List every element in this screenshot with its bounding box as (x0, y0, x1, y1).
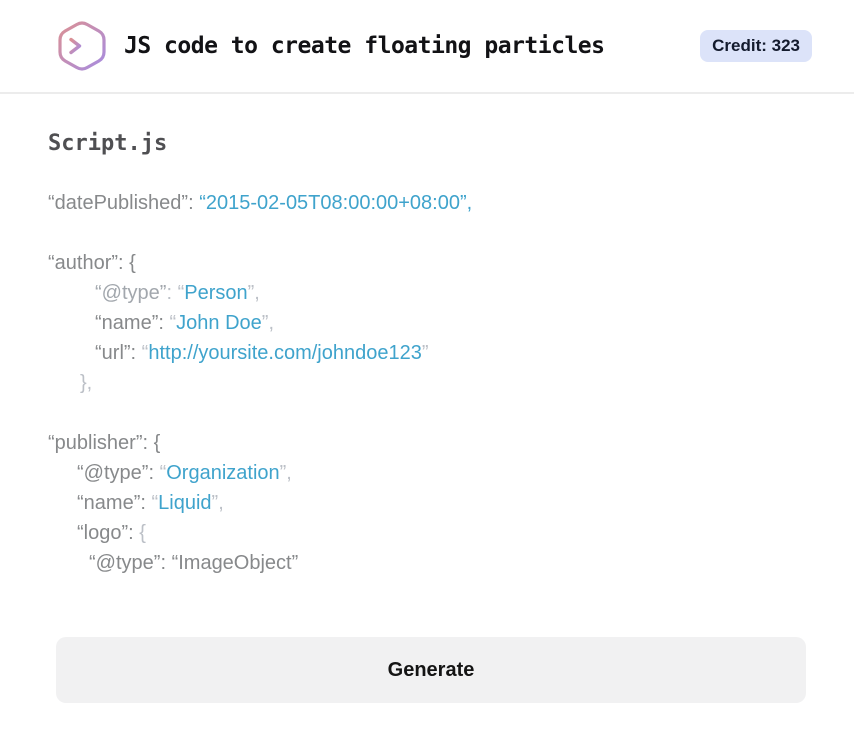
code-token: ”, (261, 312, 274, 334)
code-token: “name” (77, 492, 141, 514)
code-token: }, (80, 372, 93, 394)
code-line: }, (48, 368, 806, 398)
code-line: “@type”: “Organization”, (48, 458, 806, 488)
code-token: “ImageObject” (171, 552, 299, 574)
code-token: “url” (95, 342, 131, 364)
code-token: : (130, 342, 142, 364)
code-token: “datePublished” (48, 192, 189, 214)
code-token: “author” (48, 252, 119, 274)
code-token: : (160, 552, 172, 574)
code-block: “datePublished”: “2015-02-05T08:00:00+08… (48, 188, 806, 578)
code-token: Person (184, 282, 248, 304)
app-header: JS code to create floating particles Cre… (0, 0, 854, 94)
code-token: { (139, 522, 146, 544)
code-token: : (148, 462, 160, 484)
code-token: ”, (211, 492, 224, 514)
code-token: “@type” (89, 552, 161, 574)
code-token: “publisher” (48, 432, 143, 454)
code-token: Liquid (158, 492, 212, 514)
code-token: : { (142, 432, 161, 454)
code-line: “@type”: “ImageObject” (48, 548, 806, 578)
code-token: “name” (95, 312, 159, 334)
code-line: “name”: “John Doe”, (48, 308, 806, 338)
code-line: “@type”: “Person”, (48, 278, 806, 308)
code-token: : { (118, 252, 136, 274)
code-token: ”, (247, 282, 260, 304)
code-token: ” (421, 342, 429, 364)
code-token: John Doe (176, 312, 262, 334)
code-line: “name”: “Liquid”, (48, 488, 806, 518)
page-title: JS code to create floating particles (124, 33, 605, 59)
main-content: Script.js “datePublished”: “2015-02-05T0… (0, 130, 854, 703)
code-token: “logo” (77, 522, 129, 544)
code-token: http://yoursite.com/johndoe123 (148, 342, 422, 364)
code-token: : (188, 192, 200, 214)
code-line: “logo”: { (48, 518, 806, 548)
code-line: “author”: { (48, 248, 806, 278)
code-token: “@type” (77, 462, 149, 484)
code-line: “url”: “http://yoursite.com/johndoe123” (48, 338, 806, 368)
code-line: “publisher”: { (48, 428, 806, 458)
code-token: : (140, 492, 152, 514)
code-token: : (166, 282, 178, 304)
credit-badge: Credit: 323 (700, 30, 812, 62)
terminal-hexagon-icon (56, 18, 108, 74)
code-token: Organization (166, 462, 280, 484)
code-token: “2015-02-05T08:00:00+08:00”, (199, 192, 473, 214)
code-token: : (158, 312, 170, 334)
code-token: ”, (279, 462, 292, 484)
code-line: “datePublished”: “2015-02-05T08:00:00+08… (48, 188, 806, 218)
code-token: : (128, 522, 140, 544)
generate-button[interactable]: Generate (56, 637, 806, 703)
script-filename: Script.js (48, 131, 168, 156)
code-token: “@type” (95, 282, 167, 304)
